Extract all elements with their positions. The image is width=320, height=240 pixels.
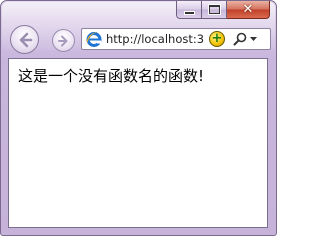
minimize-icon — [184, 11, 194, 14]
search-icon[interactable] — [232, 31, 248, 47]
browser-window: ✕ http://localhost:3 + 这是一个没有函数名的函数! — [0, 0, 277, 236]
back-button[interactable] — [10, 25, 39, 54]
window-caption-buttons: ✕ — [176, 1, 270, 20]
forward-button[interactable] — [52, 29, 75, 52]
page-content: 这是一个没有函数名的函数! — [8, 58, 268, 228]
ie-logo-icon — [86, 31, 102, 47]
maximize-icon — [208, 5, 220, 14]
close-button[interactable]: ✕ — [227, 1, 270, 19]
minimize-button[interactable] — [176, 1, 202, 19]
chevron-down-icon — [249, 36, 257, 41]
url-text[interactable]: http://localhost:3 — [106, 32, 206, 46]
search-dropdown[interactable] — [248, 31, 258, 47]
address-bar[interactable]: http://localhost:3 + — [81, 28, 271, 50]
forward-arrow-icon — [57, 35, 67, 46]
close-icon: ✕ — [242, 2, 254, 17]
navigation-bar: http://localhost:3 + — [1, 23, 276, 57]
add-icon[interactable]: + — [209, 31, 225, 47]
page-text: 这是一个没有函数名的函数! — [18, 67, 205, 85]
maximize-button[interactable] — [202, 1, 227, 19]
back-arrow-icon — [19, 32, 32, 47]
